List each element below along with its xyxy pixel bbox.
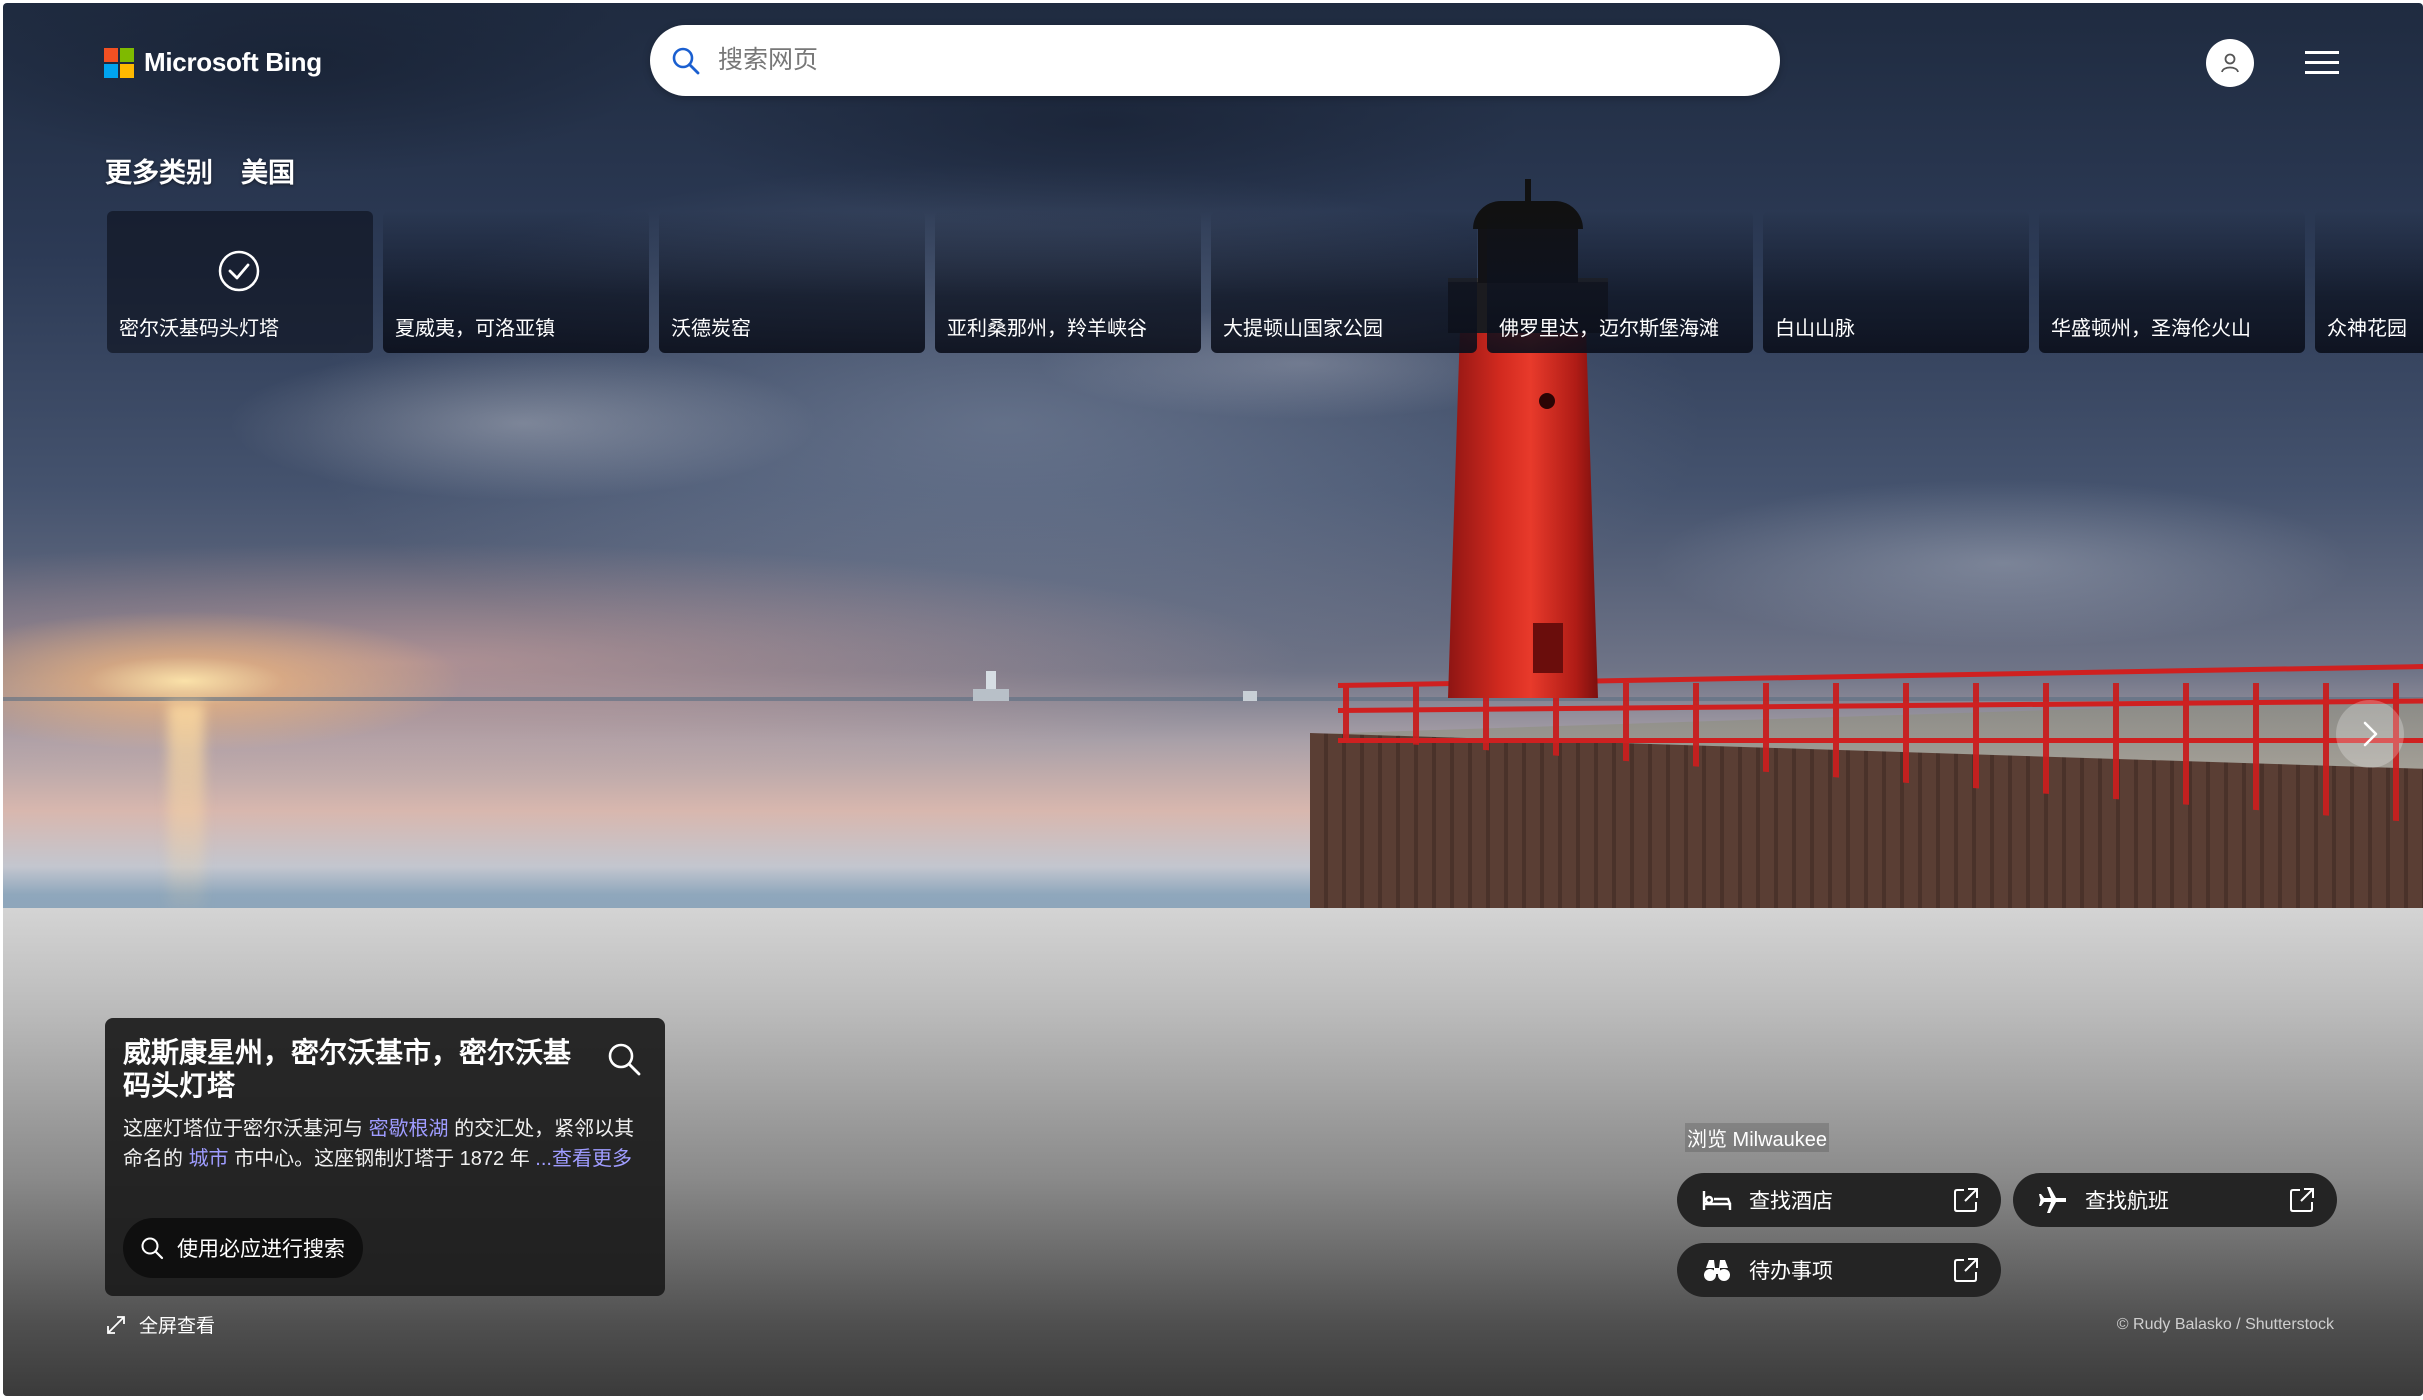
category-tile[interactable]: 夏威夷，可洛亚镇 — [383, 211, 649, 353]
category-tile[interactable]: 佛罗里达，迈尔斯堡海滩 — [1487, 211, 1753, 353]
tile-label: 佛罗里达，迈尔斯堡海滩 — [1499, 318, 1719, 340]
checkmark-icon — [218, 250, 260, 292]
bed-icon — [1702, 1191, 1732, 1210]
image-title: 威斯康星州，密尔沃基市，密尔沃基码头灯塔 — [123, 1037, 572, 1101]
category-tile[interactable]: 密尔沃基码头灯塔 — [107, 211, 373, 353]
hamburger-menu-icon[interactable] — [2305, 51, 2339, 75]
region-label[interactable]: 美国 — [241, 151, 295, 190]
airplane-icon — [2039, 1187, 2066, 1213]
fullscreen-button[interactable]: 全屏查看 — [105, 1311, 215, 1338]
bing-logo[interactable]: Microsoft Bing — [104, 47, 322, 78]
lighthouse-tip — [1525, 179, 1531, 205]
tile-label: 密尔沃基码头灯塔 — [119, 318, 279, 340]
pier-railing — [1338, 738, 2423, 743]
see-more-link[interactable]: ...查看更多 — [535, 1148, 632, 1170]
category-tile[interactable]: 大提顿山国家公园 — [1211, 211, 1477, 353]
tile-label: 夏威夷，可洛亚镇 — [395, 318, 555, 340]
city-link[interactable]: 城市 — [189, 1148, 229, 1170]
next-image-button[interactable] — [2336, 700, 2404, 768]
sun-reflection — [168, 703, 204, 923]
photo-credit: © Rudy Balasko / Shutterstock — [2116, 1316, 2334, 1333]
binoculars-icon — [1704, 1260, 1730, 1281]
desc-text: 市中心。这座钢制灯塔于 1872 年 — [234, 1148, 530, 1170]
category-tile[interactable]: 华盛顿州，圣海伦火山 — [2039, 211, 2305, 353]
search-icon — [141, 1237, 164, 1260]
things-to-do-label: 待办事项 — [1749, 1260, 1833, 1283]
search-icon — [672, 47, 700, 74]
user-icon — [2221, 53, 2239, 73]
category-tile[interactable]: 亚利桑那州，羚羊峡谷 — [935, 211, 1201, 353]
chevron-right-icon — [2363, 721, 2378, 747]
find-flights-button[interactable]: 查找航班 — [2013, 1173, 2337, 1227]
tile-label: 沃德炭窑 — [671, 318, 751, 340]
image-description: 这座灯塔位于密尔沃基河与 密歇根湖 的交汇处，紧邻以其命名的 城市 市中心。这座… — [123, 1114, 643, 1174]
find-flights-label: 查找航班 — [2085, 1190, 2169, 1213]
find-hotels-label: 查找酒店 — [1749, 1190, 1833, 1213]
search-with-bing-button[interactable]: 使用必应进行搜索 — [123, 1218, 363, 1278]
fullscreen-label: 全屏查看 — [139, 1316, 216, 1337]
brand-name: Microsoft Bing — [144, 47, 322, 77]
distant-marker — [1243, 691, 1257, 701]
sky-clouds — [3, 3, 2423, 703]
lighthouse-door — [1533, 623, 1563, 673]
explore-title: 浏览 Milwaukee — [1685, 1123, 1830, 1152]
things-to-do-button[interactable]: 待办事项 — [1677, 1243, 2001, 1297]
distant-lighthouse — [973, 671, 1009, 701]
tile-label: 众神花园 — [2327, 318, 2407, 340]
search-with-bing-label: 使用必应进行搜索 — [177, 1238, 345, 1261]
category-tiles: 密尔沃基码头灯塔 夏威夷，可洛亚镇 沃德炭窑 亚利桑那州，羚羊峡谷 大提顿山国家… — [107, 211, 2423, 353]
background-photo: Microsoft Bing 更多类别 美国 密尔沃基码头灯塔 夏威夷，可洛亚镇… — [3, 3, 2423, 1396]
category-tile[interactable]: 白山山脉 — [1763, 211, 2029, 353]
tile-label: 亚利桑那州，羚羊峡谷 — [947, 318, 1147, 340]
category-header: 更多类别 美国 — [105, 151, 295, 190]
search-icon[interactable] — [605, 1040, 643, 1078]
tile-label: 大提顿山国家公园 — [1223, 318, 1383, 340]
microsoft-logo-icon — [104, 47, 134, 78]
external-link-icon — [2290, 1188, 2314, 1212]
external-link-icon — [1954, 1188, 1978, 1212]
search-input[interactable] — [718, 46, 1780, 75]
lake-michigan-link[interactable]: 密歇根湖 — [369, 1118, 449, 1140]
category-tile[interactable]: 沃德炭窑 — [659, 211, 925, 353]
lighthouse-window — [1539, 393, 1555, 409]
expand-icon — [107, 1315, 125, 1334]
tile-label: 白山山脉 — [1775, 318, 1855, 340]
search-bar[interactable] — [650, 25, 1780, 96]
external-link-icon — [1954, 1258, 1978, 1282]
find-hotels-button[interactable]: 查找酒店 — [1677, 1173, 2001, 1227]
desc-text: 这座灯塔位于密尔沃基河与 — [123, 1118, 363, 1140]
more-categories-link[interactable]: 更多类别 — [105, 151, 213, 190]
tile-label: 华盛顿州，圣海伦火山 — [2051, 318, 2251, 340]
category-tile[interactable]: 众神花园 — [2315, 211, 2423, 353]
lighthouse-tower — [1448, 328, 1598, 698]
image-info-card: 威斯康星州，密尔沃基市，密尔沃基码头灯塔 这座灯塔位于密尔沃基河与 密歇根湖 的… — [105, 1018, 665, 1296]
account-avatar[interactable] — [2206, 39, 2254, 87]
